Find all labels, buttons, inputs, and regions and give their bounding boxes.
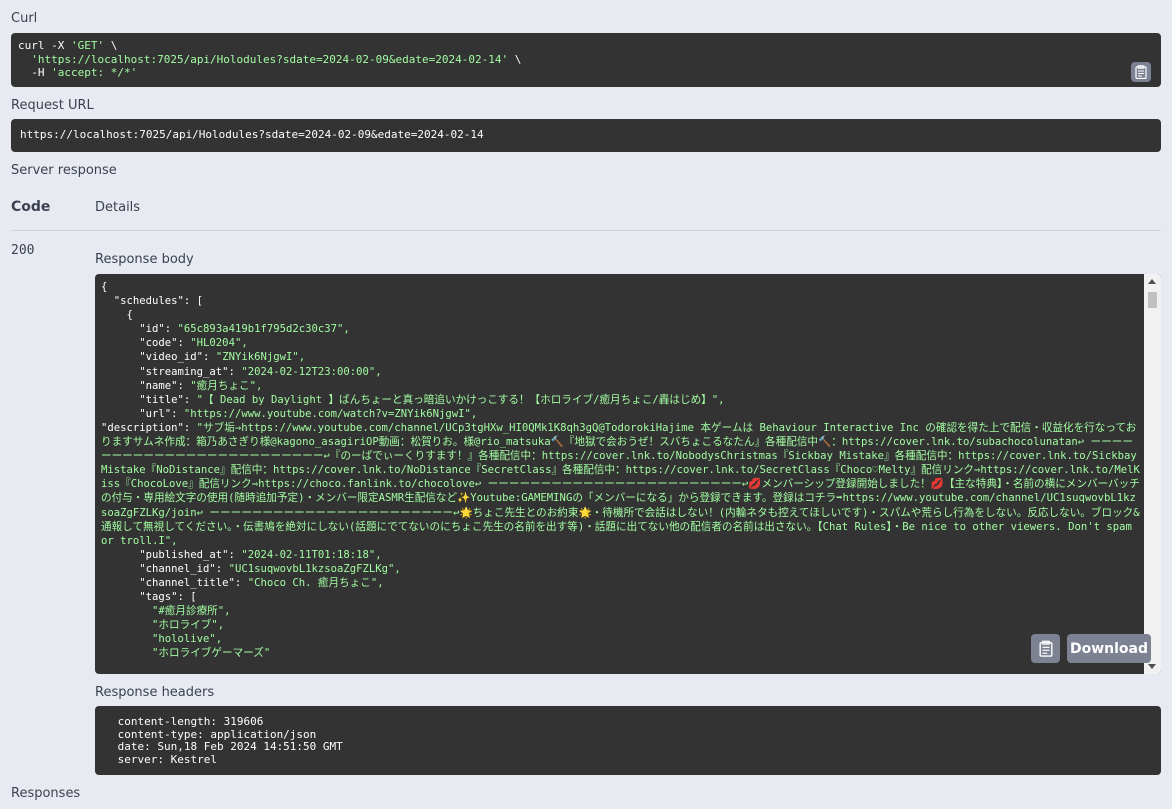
json-line: "url": "https://www.youtube.com/watch?v=… xyxy=(101,407,478,420)
request-url-label: Request URL xyxy=(11,98,94,113)
json-line: "#癒月診療所", xyxy=(152,605,231,618)
response-body-label: Response body xyxy=(95,252,194,267)
curl-line: curl -X 'GET' \ xyxy=(18,39,118,52)
curl-line: 'https://localhost:7025/api/Holodules?sd… xyxy=(31,52,522,66)
header-line: server: Kestrel xyxy=(111,752,224,766)
json-line: "title": "【 Dead by Daylight 】ばんちょーと真っ暗追… xyxy=(101,393,725,406)
json-line: { xyxy=(101,281,108,293)
header-line: date: Sun,18 Feb 2024 14:51:50 GMT xyxy=(111,740,350,753)
copy-curl-button[interactable] xyxy=(1131,62,1151,82)
scroll-up-icon[interactable] xyxy=(1148,279,1156,284)
json-line: "code": "HL0204", xyxy=(101,337,248,350)
curl-line: -H 'accept: */*' xyxy=(18,66,138,79)
curl-code-block[interactable]: curl -X 'GET' \ 'https://localhost:7025/… xyxy=(11,33,1161,87)
json-line: { xyxy=(101,309,133,322)
col-code-header: Code xyxy=(11,199,51,215)
divider xyxy=(11,230,1161,231)
json-line: "streaming_at": "2024-02-12T23:00:00", xyxy=(101,365,382,378)
header-line: content-length: 319606 xyxy=(111,715,270,728)
curl-label: Curl xyxy=(11,11,38,26)
copy-icon xyxy=(1135,65,1147,79)
json-line: "hololive", xyxy=(152,633,223,646)
scroll-down-icon[interactable] xyxy=(1148,664,1156,669)
copy-icon xyxy=(1038,640,1053,657)
col-details-header: Details xyxy=(95,200,141,215)
json-line: "ホロライブゲーマーズ" xyxy=(152,647,271,660)
copy-response-button[interactable] xyxy=(1031,634,1060,663)
request-url-value[interactable]: https://localhost:7025/api/Holodules?sda… xyxy=(11,119,1161,152)
json-line: "id": "65c893a419b1f795d2c30c37", xyxy=(101,323,350,336)
json-line: "name": "癒月ちょこ", xyxy=(101,379,263,392)
response-body[interactable]: { "schedules": [ { "id": "65c893a419b1f7… xyxy=(95,274,1161,674)
json-line: "schedules": [ xyxy=(101,295,204,308)
json-line: "channel_id": "UC1suqwovbL1kzsoaZgFZLKg"… xyxy=(101,562,401,575)
json-line: "ホロライブ", xyxy=(152,619,225,632)
download-button[interactable]: Download xyxy=(1067,634,1151,663)
server-response-label: Server response xyxy=(11,163,117,178)
description-line: "description": "サブ垢→https://www.youtube.… xyxy=(101,421,1140,547)
json-line: "video_id": "ZNYik6NjgwI", xyxy=(101,351,306,364)
json-line: "published_at": "2024-02-11T01:18:18", xyxy=(101,548,382,561)
status-code: 200 xyxy=(11,243,35,258)
json-line: "channel_title": "Choco Ch. 癒月ちょこ", xyxy=(101,576,384,589)
response-headers-label: Response headers xyxy=(95,685,215,700)
json-line: "tags": [ xyxy=(101,591,197,604)
scroll-thumb[interactable] xyxy=(1148,292,1157,308)
response-scrollbar[interactable] xyxy=(1144,274,1161,674)
response-headers[interactable]: content-length: 319606 content-type: app… xyxy=(95,706,1161,775)
responses-label: Responses xyxy=(11,786,81,801)
